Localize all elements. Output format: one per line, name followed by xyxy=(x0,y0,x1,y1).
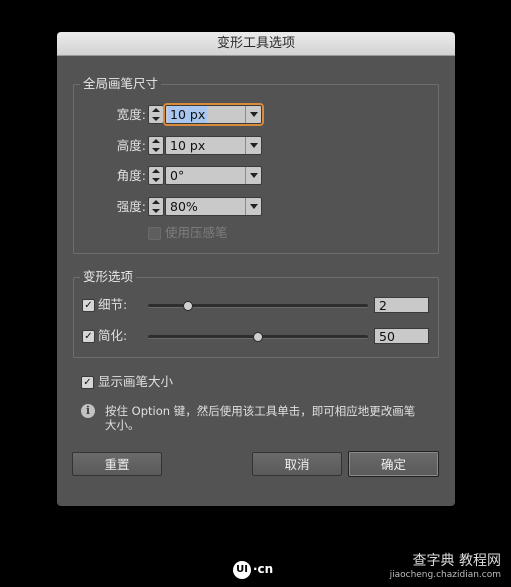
height-combo[interactable]: 10 px xyxy=(165,136,262,155)
stepper-down-icon[interactable] xyxy=(152,209,160,213)
stepper-up-icon[interactable] xyxy=(152,169,160,173)
height-label: 高度: xyxy=(116,138,146,153)
intensity-stepper[interactable] xyxy=(148,197,164,216)
stepper-down-icon[interactable] xyxy=(152,117,160,121)
detail-slider-track[interactable] xyxy=(148,304,368,308)
detail-slider-thumb[interactable] xyxy=(182,301,193,311)
warp-tool-options-dialog: 变形工具选项 全局画笔尺寸 宽度: 10 px 高度: 10 px 角度: 0°… xyxy=(57,32,455,506)
show-brush-size-label: 显示画笔大小 xyxy=(98,374,174,389)
logo-text: ·cn xyxy=(253,562,274,576)
width-combo[interactable]: 10 px xyxy=(163,103,264,126)
watermark-url: jiaocheng.chazidian.com xyxy=(389,570,501,580)
intensity-value[interactable]: 80% xyxy=(170,198,198,215)
angle-label: 角度: xyxy=(116,168,146,183)
warp-options-group: 变形选项 ✓ 细节: 2 ✓ 简化: 50 xyxy=(73,269,439,358)
height-stepper[interactable] xyxy=(148,136,164,155)
info-text-line1: 按住 Option 键，然后使用该工具单击，即可相应地更改画笔 xyxy=(105,404,416,418)
detail-value-field[interactable]: 2 xyxy=(374,297,429,313)
watermark: 查字典 教程网 jiaocheng.chazidian.com xyxy=(390,552,501,581)
brush-dimensions-legend: 全局画笔尺寸 xyxy=(80,76,162,92)
width-stepper[interactable] xyxy=(148,105,164,124)
reset-button[interactable]: 重置 xyxy=(72,452,162,476)
stepper-down-icon[interactable] xyxy=(152,178,160,182)
pressure-pen-label: 使用压感笔 xyxy=(165,225,228,240)
detail-checkbox[interactable]: ✓ xyxy=(82,299,95,312)
site-logo: UI ·cn xyxy=(233,560,273,579)
info-text-line2: 大小。 xyxy=(105,418,140,432)
pressure-pen-checkbox[interactable] xyxy=(148,227,161,240)
height-value[interactable]: 10 px xyxy=(170,137,205,154)
stepper-up-icon[interactable] xyxy=(152,139,160,143)
warp-options-legend: 变形选项 xyxy=(80,269,137,285)
chevron-down-icon[interactable] xyxy=(245,198,261,215)
cancel-button[interactable]: 取消 xyxy=(252,452,342,476)
width-value[interactable]: 10 px xyxy=(168,106,208,123)
angle-combo[interactable]: 0° xyxy=(165,166,262,185)
simplify-value-field[interactable]: 50 xyxy=(374,328,429,344)
intensity-label: 强度: xyxy=(116,199,146,214)
angle-stepper[interactable] xyxy=(148,166,164,185)
intensity-combo[interactable]: 80% xyxy=(165,197,262,216)
simplify-label: 简化: xyxy=(98,328,128,343)
width-label: 宽度: xyxy=(116,107,146,122)
dialog-title: 变形工具选项 xyxy=(57,32,455,56)
chevron-down-icon[interactable] xyxy=(245,137,261,154)
stepper-up-icon[interactable] xyxy=(152,108,160,112)
ok-button[interactable]: 确定 xyxy=(348,451,439,477)
stepper-down-icon[interactable] xyxy=(152,148,160,152)
stepper-up-icon[interactable] xyxy=(152,200,160,204)
brush-dimensions-group: 全局画笔尺寸 宽度: 10 px 高度: 10 px 角度: 0° 强度: 80… xyxy=(73,76,439,254)
simplify-checkbox[interactable]: ✓ xyxy=(82,330,95,343)
show-brush-size-checkbox[interactable]: ✓ xyxy=(81,376,94,389)
angle-value[interactable]: 0° xyxy=(170,167,184,184)
chevron-down-icon[interactable] xyxy=(245,106,261,123)
logo-mark: UI xyxy=(233,560,251,579)
watermark-title: 查字典 教程网 xyxy=(412,553,501,569)
chevron-down-icon[interactable] xyxy=(245,167,261,184)
info-icon: i xyxy=(81,404,95,418)
simplify-slider-thumb[interactable] xyxy=(253,332,263,342)
detail-label: 细节: xyxy=(98,297,128,312)
